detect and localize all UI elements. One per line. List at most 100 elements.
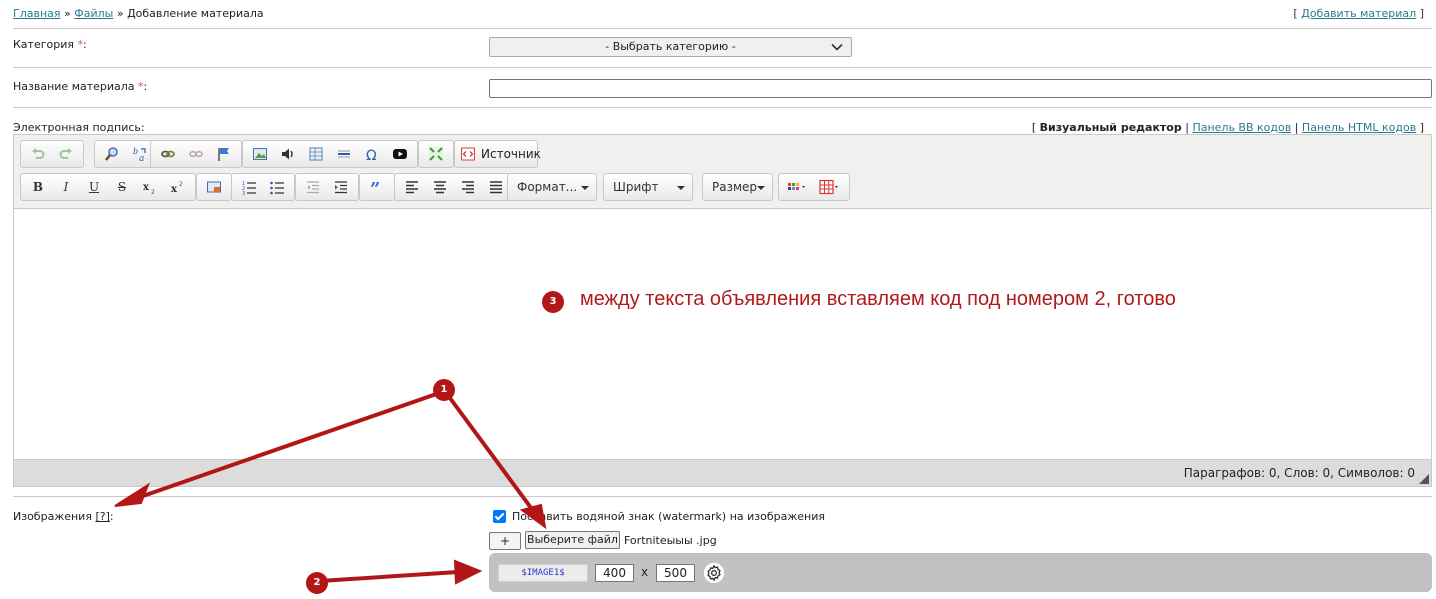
superscript-button[interactable]: x2 bbox=[164, 175, 192, 199]
italic-button[interactable]: I bbox=[52, 175, 80, 199]
image-button[interactable] bbox=[246, 142, 274, 166]
format-dropdown[interactable]: Формат... bbox=[507, 173, 597, 201]
label-colon: : bbox=[143, 80, 148, 93]
table-button[interactable] bbox=[302, 142, 330, 166]
breadcrumb-separator: » bbox=[60, 7, 75, 20]
font-dropdown-label: Шрифт bbox=[613, 180, 659, 194]
align-justify-button[interactable] bbox=[482, 175, 510, 199]
blockquote-button[interactable]: ” bbox=[363, 175, 391, 199]
unlink-icon bbox=[189, 150, 203, 158]
align-right-button[interactable] bbox=[454, 175, 482, 199]
font-dropdown[interactable]: Шрифт bbox=[603, 173, 693, 201]
fullscreen-icon bbox=[429, 147, 443, 161]
special-char-button[interactable]: Ω bbox=[358, 142, 386, 166]
magnifier-icon bbox=[105, 147, 118, 161]
title-input[interactable] bbox=[489, 79, 1432, 98]
mode-html-link[interactable]: Панель HTML кодов bbox=[1302, 121, 1416, 134]
underline-button[interactable]: U bbox=[80, 175, 108, 199]
undo-icon bbox=[32, 148, 45, 159]
mode-visual[interactable]: Визуальный редактор bbox=[1040, 121, 1182, 134]
redo-icon bbox=[59, 148, 72, 159]
subscript-button[interactable]: x2 bbox=[136, 175, 164, 199]
align-justify-icon bbox=[490, 181, 502, 194]
watermark-checkbox[interactable] bbox=[493, 510, 506, 523]
link-button[interactable] bbox=[154, 142, 182, 166]
svg-text:x: x bbox=[143, 182, 150, 193]
omega-icon: Ω bbox=[366, 148, 377, 162]
arrow-head bbox=[453, 559, 483, 585]
horizontal-rule-button[interactable] bbox=[330, 142, 358, 166]
breadcrumb-files-link[interactable]: Файлы bbox=[74, 7, 113, 20]
fullscreen-button[interactable] bbox=[422, 142, 450, 166]
audio-button[interactable] bbox=[274, 142, 302, 166]
find-button[interactable] bbox=[98, 142, 126, 166]
image-settings-panel: $IMAGE1$ 400 x 500 bbox=[489, 553, 1432, 592]
unlink-button[interactable] bbox=[182, 142, 210, 166]
bracket-open: [ bbox=[1031, 121, 1040, 134]
toolbar-group-source: Источник bbox=[454, 140, 541, 168]
arrow-to-image-code bbox=[319, 570, 459, 583]
images-label: Изображения [?]: bbox=[13, 510, 114, 523]
images-help-link[interactable]: [?] bbox=[95, 510, 109, 523]
image-height-input[interactable]: 500 bbox=[656, 564, 695, 582]
annotation-marker-1: 1 bbox=[433, 379, 455, 401]
indent-button[interactable] bbox=[327, 175, 355, 199]
redo-button[interactable] bbox=[52, 142, 80, 166]
add-material-link[interactable]: Добавить материал bbox=[1301, 7, 1416, 20]
toolbar-group-media: Ω bbox=[242, 140, 418, 168]
unordered-list-button[interactable] bbox=[263, 175, 291, 199]
breadcrumb-home-link[interactable]: Главная bbox=[13, 7, 61, 20]
strikethrough-button[interactable]: S bbox=[108, 175, 136, 199]
mode-separator: | bbox=[1291, 121, 1302, 134]
table-insert-button[interactable] bbox=[814, 175, 846, 199]
undo-button[interactable] bbox=[24, 142, 52, 166]
superscript-icon: x2 bbox=[171, 181, 183, 195]
chevron-down-icon bbox=[831, 43, 843, 51]
editor-content-area[interactable] bbox=[14, 209, 1431, 459]
flag-icon bbox=[218, 148, 229, 161]
caret-down-icon bbox=[757, 186, 765, 190]
toolbar-group-colors bbox=[778, 173, 850, 201]
size-dropdown[interactable]: Размер bbox=[702, 173, 773, 201]
align-center-icon bbox=[434, 181, 446, 194]
add-material-action: [ Добавить материал ] bbox=[1293, 7, 1424, 20]
watermark-option: Поставить водяной знак (watermark) на из… bbox=[493, 510, 825, 523]
breadcrumb-current: Добавление материала bbox=[127, 7, 264, 20]
ordered-list-button[interactable]: 123 bbox=[235, 175, 263, 199]
text-color-button[interactable] bbox=[782, 175, 814, 199]
category-select[interactable]: - Выбрать категорию - bbox=[489, 37, 852, 57]
selected-file-name: Fortniteыыы .jpg bbox=[624, 534, 717, 547]
align-center-button[interactable] bbox=[426, 175, 454, 199]
toolbar-group-fullscreen bbox=[418, 140, 454, 168]
choose-file-button[interactable]: Выберите файл bbox=[525, 531, 620, 549]
video-button[interactable] bbox=[386, 142, 414, 166]
outdent-button[interactable] bbox=[299, 175, 327, 199]
label-colon: : bbox=[109, 510, 114, 523]
dimension-separator: x bbox=[641, 565, 649, 579]
source-button[interactable]: Источник bbox=[458, 146, 541, 162]
editor-statusbar: Параграфов: 0, Слов: 0, Символов: 0 bbox=[14, 459, 1431, 486]
size-dropdown-label: Размер bbox=[712, 180, 758, 194]
divider bbox=[13, 28, 1432, 29]
divider bbox=[13, 67, 1432, 68]
toolbar-group-find: ba bbox=[94, 140, 158, 168]
resize-grip-icon[interactable] bbox=[1419, 474, 1429, 484]
anchor-button[interactable] bbox=[210, 142, 238, 166]
toolbar-group-text-style: B I U S x2 x2 bbox=[20, 173, 196, 201]
toolbar-group-clean bbox=[196, 173, 232, 201]
mode-bb-link[interactable]: Панель BB кодов bbox=[1192, 121, 1291, 134]
bold-button[interactable]: B bbox=[24, 175, 52, 199]
table-grid-icon bbox=[819, 179, 838, 195]
breadcrumb-separator: » bbox=[113, 7, 128, 20]
image-code-field[interactable]: $IMAGE1$ bbox=[498, 564, 588, 582]
align-left-button[interactable] bbox=[398, 175, 426, 199]
remove-format-button[interactable] bbox=[200, 175, 228, 199]
toolbar-group-align bbox=[394, 173, 514, 201]
add-image-button[interactable]: + bbox=[489, 532, 521, 550]
annotation-marker-2: 2 bbox=[306, 572, 328, 594]
html-source-icon bbox=[461, 147, 475, 161]
link-icon bbox=[161, 150, 175, 158]
gear-icon[interactable] bbox=[703, 562, 725, 584]
indent-icon bbox=[335, 181, 347, 194]
image-width-input[interactable]: 400 bbox=[595, 564, 634, 582]
